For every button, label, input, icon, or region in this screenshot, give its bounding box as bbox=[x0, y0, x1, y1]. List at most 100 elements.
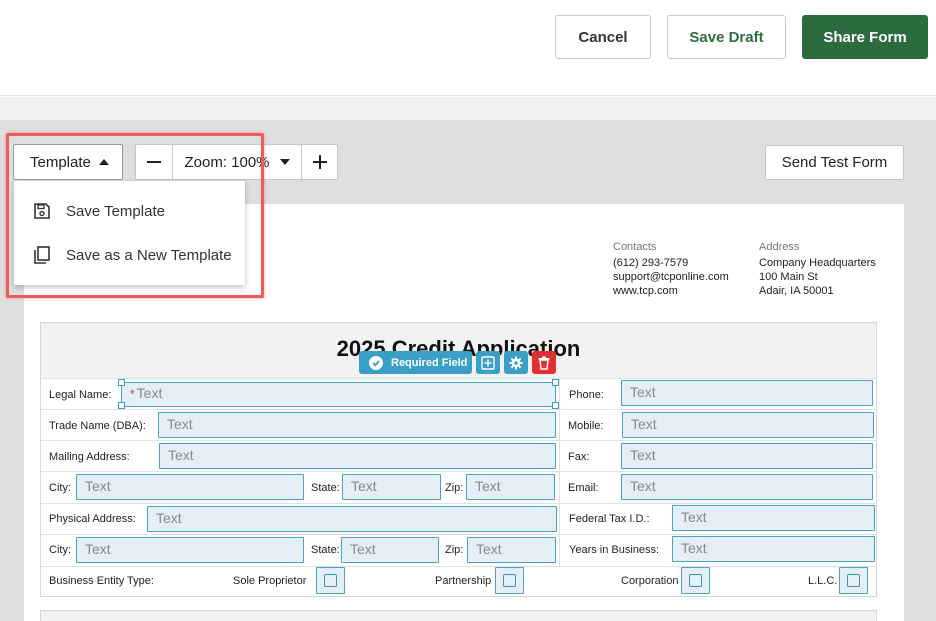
row-divider bbox=[41, 503, 876, 504]
save-template-menu-item[interactable]: Save Template bbox=[14, 189, 245, 233]
address-line-3: Adair, IA 50001 bbox=[759, 285, 834, 297]
copy-icon bbox=[32, 245, 52, 265]
checkbox-icon bbox=[847, 574, 860, 587]
sole-proprietor-checkbox[interactable] bbox=[316, 567, 345, 594]
plus-icon bbox=[312, 155, 327, 169]
delete-field-button[interactable] bbox=[532, 351, 556, 374]
sole-proprietor-label: Sole Proprietor bbox=[233, 575, 307, 587]
checkbox-icon bbox=[503, 574, 516, 587]
contact-email: support@tcponline.com bbox=[613, 271, 729, 283]
fax-label: Fax: bbox=[568, 451, 590, 463]
zoom-level-label: Zoom: 100% bbox=[184, 153, 270, 171]
llc-label: L.L.C. bbox=[808, 575, 838, 587]
check-circle-icon bbox=[369, 355, 383, 370]
share-form-button[interactable]: Share Form bbox=[802, 15, 928, 59]
mailing-address-field[interactable]: Text bbox=[159, 443, 556, 469]
trash-icon bbox=[538, 356, 550, 370]
zip-label: Zip: bbox=[445, 544, 464, 556]
top-header: Cancel Save Draft Share Form bbox=[0, 0, 936, 96]
resize-handle[interactable] bbox=[552, 379, 559, 386]
send-test-form-button[interactable]: Send Test Form bbox=[765, 145, 904, 180]
row-divider bbox=[41, 378, 876, 379]
company-contacts: Contacts (612) 293-7579 support@tcponlin… bbox=[613, 240, 729, 298]
mailing-address-label: Mailing Address: bbox=[49, 451, 130, 463]
field-settings-button[interactable] bbox=[504, 351, 528, 374]
corporation-checkbox[interactable] bbox=[681, 567, 710, 594]
entity-type-label: Business Entity Type: bbox=[49, 575, 154, 587]
zoom-out-button[interactable] bbox=[136, 145, 173, 179]
required-field-toggle[interactable]: Required Field bbox=[359, 351, 472, 374]
duplicate-icon bbox=[481, 355, 495, 370]
save-icon bbox=[32, 201, 52, 221]
save-as-new-template-label: Save as a New Template bbox=[66, 246, 232, 264]
minus-icon bbox=[147, 161, 161, 163]
row-divider bbox=[41, 409, 876, 410]
physical-state-field[interactable]: Text bbox=[341, 537, 439, 563]
address-heading: Address bbox=[759, 241, 800, 253]
zoom-level-dropdown[interactable]: Zoom: 100% bbox=[173, 145, 302, 179]
years-in-business-label: Years in Business: bbox=[569, 544, 660, 556]
column-divider bbox=[559, 378, 560, 566]
template-menu: Save Template Save as a New Template bbox=[14, 181, 245, 285]
mobile-label: Mobile: bbox=[568, 420, 604, 432]
caret-down-icon bbox=[279, 159, 290, 165]
mailing-city-field[interactable]: Text bbox=[76, 474, 304, 500]
llc-checkbox[interactable] bbox=[839, 567, 868, 594]
duplicate-field-button[interactable] bbox=[476, 351, 500, 374]
mailing-state-field[interactable]: Text bbox=[342, 474, 441, 500]
resize-handle[interactable] bbox=[552, 402, 559, 409]
required-field-label: Required Field bbox=[391, 356, 468, 369]
zoom-in-button[interactable] bbox=[302, 145, 337, 179]
zip-label: Zip: bbox=[445, 482, 464, 494]
row-divider bbox=[41, 566, 876, 567]
next-form-section bbox=[40, 610, 877, 621]
save-template-label: Save Template bbox=[66, 202, 165, 220]
state-label: State: bbox=[311, 544, 340, 556]
phone-label: Phone: bbox=[569, 389, 604, 401]
partnership-checkbox[interactable] bbox=[495, 567, 524, 594]
zoom-control: Zoom: 100% bbox=[135, 144, 338, 180]
company-address: Address Company Headquarters 100 Main St… bbox=[759, 240, 876, 298]
email-field[interactable]: Text bbox=[621, 474, 873, 500]
fax-field[interactable]: Text bbox=[621, 443, 873, 469]
federal-tax-field[interactable]: Text bbox=[672, 505, 875, 531]
row-divider bbox=[41, 440, 876, 441]
gear-icon bbox=[509, 356, 523, 369]
checkbox-icon bbox=[324, 574, 337, 587]
phone-field[interactable]: Text bbox=[621, 380, 873, 406]
state-label: State: bbox=[311, 482, 340, 494]
resize-handle[interactable] bbox=[118, 402, 125, 409]
checkbox-icon bbox=[689, 574, 702, 587]
mobile-field[interactable]: Text bbox=[622, 412, 874, 438]
contacts-heading: Contacts bbox=[613, 241, 657, 253]
city-label: City: bbox=[49, 544, 71, 556]
trade-name-label: Trade Name (DBA): bbox=[49, 420, 146, 432]
address-line-2: 100 Main St bbox=[759, 271, 818, 283]
field-placeholder: Text bbox=[136, 385, 163, 401]
email-label: Email: bbox=[568, 482, 599, 494]
header-divider-strip bbox=[0, 97, 936, 120]
save-as-new-template-menu-item[interactable]: Save as a New Template bbox=[14, 233, 245, 277]
physical-address-field[interactable]: Text bbox=[147, 506, 557, 532]
contact-phone: (612) 293-7579 bbox=[613, 257, 689, 269]
trade-name-field[interactable]: Text bbox=[158, 412, 556, 438]
mailing-zip-field[interactable]: Text bbox=[466, 474, 555, 500]
partnership-label: Partnership bbox=[435, 575, 492, 587]
row-divider bbox=[41, 534, 876, 535]
physical-address-label: Physical Address: bbox=[49, 513, 136, 525]
address-line-1: Company Headquarters bbox=[759, 257, 876, 269]
years-in-business-field[interactable]: Text bbox=[672, 536, 875, 562]
legal-name-field[interactable]: * Text bbox=[121, 382, 556, 407]
required-marker: * bbox=[130, 387, 135, 401]
caret-up-icon bbox=[98, 159, 109, 165]
template-dropdown-button[interactable]: Template bbox=[13, 144, 123, 180]
save-draft-button[interactable]: Save Draft bbox=[667, 15, 786, 59]
city-label: City: bbox=[49, 482, 71, 494]
row-divider bbox=[41, 471, 876, 472]
contact-website: www.tcp.com bbox=[613, 285, 678, 297]
legal-name-label: Legal Name: bbox=[49, 389, 112, 401]
resize-handle[interactable] bbox=[118, 379, 125, 386]
physical-city-field[interactable]: Text bbox=[76, 537, 304, 563]
cancel-button[interactable]: Cancel bbox=[555, 15, 651, 59]
physical-zip-field[interactable]: Text bbox=[467, 537, 556, 563]
